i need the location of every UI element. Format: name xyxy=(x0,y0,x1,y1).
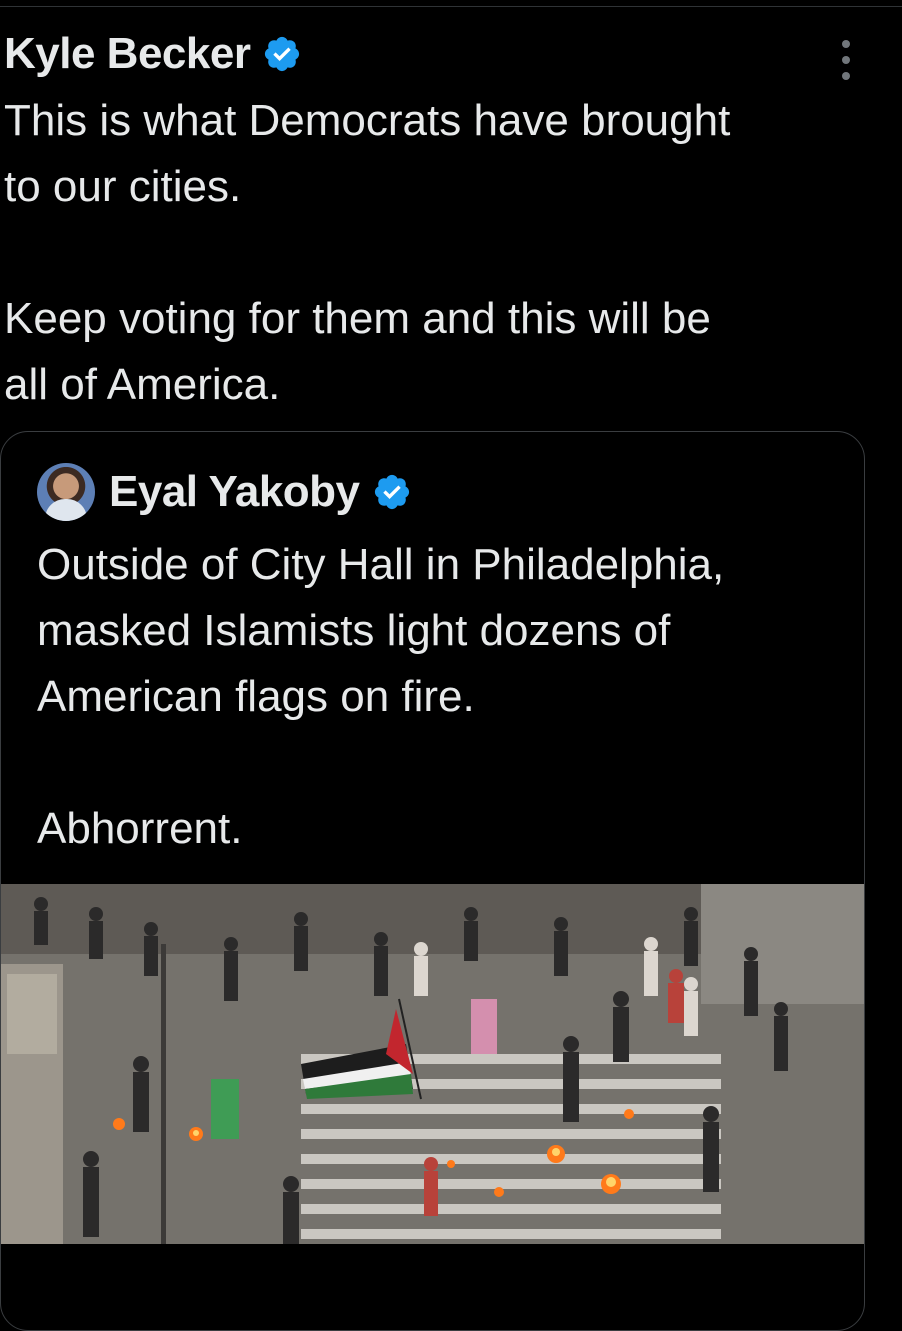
tweet-author-row: Kyle Becker xyxy=(4,28,302,80)
author-name[interactable]: Kyle Becker xyxy=(4,29,251,79)
avatar[interactable] xyxy=(37,463,95,521)
quoted-author-name[interactable]: Eyal Yakoby xyxy=(109,467,360,517)
verified-badge-icon xyxy=(372,472,412,512)
media-photo xyxy=(1,884,864,1244)
verified-badge-icon xyxy=(262,34,302,74)
quoted-tweet-card[interactable]: Eyal Yakoby Outside of City Hall in Phil… xyxy=(0,431,865,1331)
quoted-tweet-media[interactable] xyxy=(1,884,864,1244)
tweet-text: This is what Democrats have brought to o… xyxy=(4,96,731,409)
more-options-icon[interactable] xyxy=(836,40,856,80)
top-divider xyxy=(0,6,902,7)
quoted-author-row: Eyal Yakoby xyxy=(37,462,412,522)
quoted-tweet-text: Outside of City Hall in Philadelphia, ma… xyxy=(37,540,725,853)
